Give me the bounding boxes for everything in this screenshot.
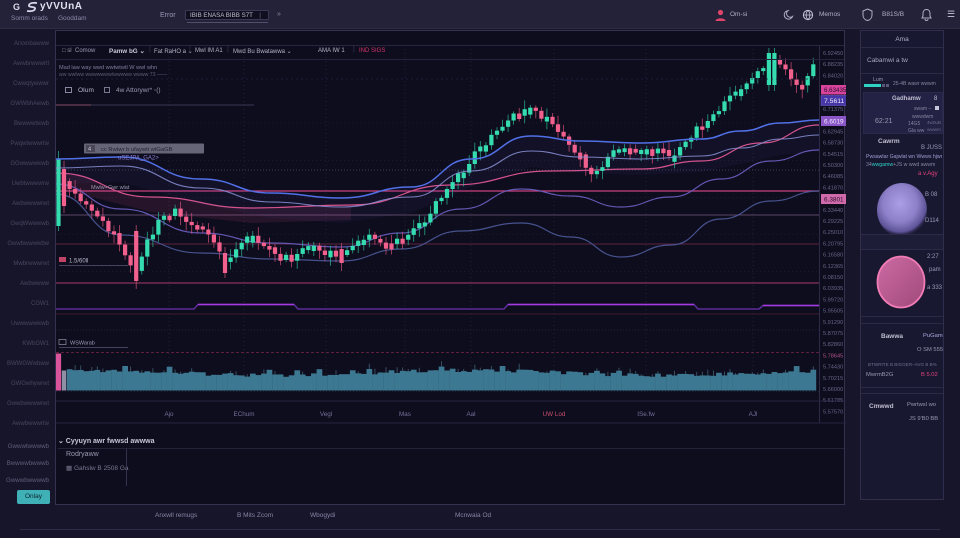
svg-text:6.16580: 6.16580 <box>823 253 843 259</box>
svg-text:6.6019: 6.6019 <box>824 119 844 126</box>
svg-text:WSWarab: WSWarab <box>70 341 95 347</box>
svg-text:5.57570: 5.57570 <box>823 409 843 415</box>
svg-text:6.3801: 6.3801 <box>824 197 844 204</box>
svg-text:EChum: EChum <box>234 411 255 418</box>
svg-text:6.08150: 6.08150 <box>823 275 843 281</box>
svg-text:5.82860: 5.82860 <box>823 342 843 348</box>
svg-text:6.62945: 6.62945 <box>823 129 843 135</box>
svg-text:Vegl: Vegl <box>320 411 332 418</box>
svg-text:UW Lod: UW Lod <box>543 411 566 418</box>
svg-text:5.70215: 5.70215 <box>823 376 843 382</box>
svg-text:5.66000: 5.66000 <box>823 387 843 393</box>
svg-text:5.74430: 5.74430 <box>823 365 843 371</box>
svg-text:6.20795: 6.20795 <box>823 241 843 247</box>
svg-text:6.92450: 6.92450 <box>823 51 843 57</box>
svg-text:7.5611: 7.5611 <box>824 98 845 105</box>
svg-text:ISe.fw: ISe.fw <box>637 411 655 418</box>
svg-text:5.95505: 5.95505 <box>823 309 843 315</box>
svg-text:Mas: Mas <box>399 411 411 418</box>
svg-text:6.33440: 6.33440 <box>823 208 843 214</box>
svg-text:6.46085: 6.46085 <box>823 174 843 180</box>
svg-text:Aal: Aal <box>466 411 475 418</box>
svg-text:6.84020: 6.84020 <box>823 73 843 79</box>
svg-text:6.54515: 6.54515 <box>823 152 843 158</box>
svg-text:AJl: AJl <box>749 411 758 418</box>
svg-text:5.99720: 5.99720 <box>823 297 843 303</box>
svg-text:4: 4 <box>88 147 91 153</box>
svg-text:uSEJPA_GA2>: uSEJPA_GA2> <box>118 156 159 162</box>
svg-text:6.50300: 6.50300 <box>823 163 843 169</box>
svg-text:1.5/60ll: 1.5/60ll <box>69 259 88 265</box>
svg-text:6.63435: 6.63435 <box>824 87 846 94</box>
svg-text:6.03935: 6.03935 <box>823 286 843 292</box>
svg-text:6.25010: 6.25010 <box>823 230 843 236</box>
svg-text:5.91290: 5.91290 <box>823 320 843 326</box>
svg-text:cс Rwtwr b ufaywti wtGaGB: cс Rwtwr b ufaywti wtGaGB <box>101 147 173 153</box>
svg-text:6.12365: 6.12365 <box>823 264 843 270</box>
svg-text:6.29225: 6.29225 <box>823 219 843 225</box>
svg-text:6.88235: 6.88235 <box>823 62 843 68</box>
svg-text:Ajo: Ajo <box>164 411 174 418</box>
svg-text:Mwlw+Gwr wlat: Mwlw+Gwr wlat <box>91 185 130 191</box>
svg-text:6.41870: 6.41870 <box>823 185 843 191</box>
svg-text:5.87075: 5.87075 <box>823 331 843 337</box>
svg-text:6.58730: 6.58730 <box>823 141 843 147</box>
svg-text:6.71375: 6.71375 <box>823 107 843 113</box>
svg-text:5.78645: 5.78645 <box>823 353 843 359</box>
